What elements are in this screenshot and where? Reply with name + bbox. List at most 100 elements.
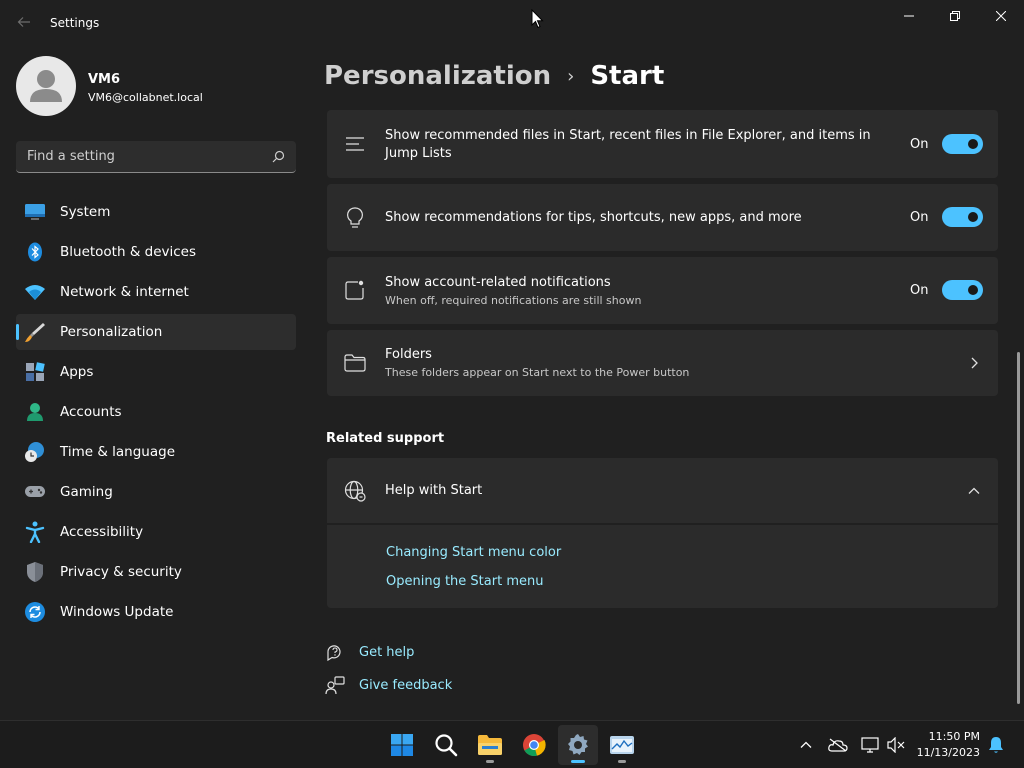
accessibility-icon xyxy=(24,521,46,543)
back-arrow-icon[interactable] xyxy=(12,12,36,36)
update-icon xyxy=(24,602,46,622)
recommendations-toggle[interactable] xyxy=(942,207,983,227)
settings-icon[interactable] xyxy=(558,725,598,765)
sidebar-item-time-language[interactable]: Time & language xyxy=(16,434,296,470)
accounts-icon xyxy=(24,402,46,422)
bluetooth-icon xyxy=(24,242,46,262)
sidebar-item-windows-update[interactable]: Windows Update xyxy=(16,594,296,630)
avatar[interactable] xyxy=(16,56,76,116)
page-title: Start xyxy=(590,61,665,91)
toggle-knob xyxy=(968,285,978,295)
recommended-files-toggle[interactable] xyxy=(942,134,983,154)
sidebar-item-label: Privacy & security xyxy=(60,564,182,580)
profile-name: VM6 xyxy=(88,72,121,87)
toggle-state-label: On xyxy=(910,283,929,298)
setting-description: When off, required notifications are sti… xyxy=(385,294,642,307)
clock[interactable]: 11:50 PM 11/13/2023 xyxy=(912,729,980,761)
maximize-icon[interactable] xyxy=(932,0,978,32)
brush-icon xyxy=(24,322,46,342)
clock-time: 11:50 PM xyxy=(928,730,980,743)
folder-icon xyxy=(343,351,367,375)
file-explorer-icon[interactable] xyxy=(470,725,510,765)
breadcrumb-parent[interactable]: Personalization xyxy=(324,61,551,91)
setting-card-folders[interactable]: Folders These folders appear on Start ne… xyxy=(327,330,998,396)
sidebar-item-system[interactable]: System xyxy=(16,194,296,230)
task-manager-icon[interactable] xyxy=(602,725,642,765)
help-section-title: Help with Start xyxy=(385,483,483,498)
give-feedback-link[interactable]: Give feedback xyxy=(359,678,452,693)
taskbar: 11:50 PM 11/13/2023 xyxy=(0,720,1024,768)
sidebar-item-bluetooth[interactable]: Bluetooth & devices xyxy=(16,234,296,270)
volume-muted-icon[interactable] xyxy=(886,735,906,755)
setting-card-recommended-files[interactable]: Show recommended files in Start, recent … xyxy=(327,110,998,178)
breadcrumb: Personalization › Start xyxy=(324,58,664,94)
setting-title: Show recommendations for tips, shortcuts… xyxy=(385,210,802,225)
apps-icon xyxy=(24,362,46,382)
sidebar-item-label: Gaming xyxy=(60,484,113,500)
user-icon xyxy=(30,70,62,102)
network-icon[interactable] xyxy=(860,735,880,755)
sidebar-item-label: Time & language xyxy=(60,444,176,460)
globe-clock-icon xyxy=(24,442,46,462)
lightbulb-icon xyxy=(343,206,367,230)
help-link-start-menu-color[interactable]: Changing Start menu color xyxy=(386,545,561,560)
sidebar-item-label: Personalization xyxy=(60,324,163,340)
sidebar-item-label: Windows Update xyxy=(60,604,174,620)
active-indicator xyxy=(571,760,585,763)
get-help-link[interactable]: Get help xyxy=(359,645,414,660)
sidebar-item-label: System xyxy=(60,204,111,220)
gamepad-icon xyxy=(24,482,46,502)
profile-email: VM6@collabnet.local xyxy=(88,91,203,104)
scrollbar[interactable] xyxy=(1017,352,1020,704)
sidebar-item-label: Accessibility xyxy=(60,524,144,540)
chevron-up-icon[interactable] xyxy=(968,485,980,497)
notification-icon xyxy=(343,278,367,302)
mouse-cursor-icon xyxy=(531,9,544,29)
help-link-opening-start-menu[interactable]: Opening the Start menu xyxy=(386,574,543,589)
setting-title: Show account-related notifications xyxy=(385,275,611,290)
running-indicator xyxy=(486,760,494,763)
sidebar-item-gaming[interactable]: Gaming xyxy=(16,474,296,510)
toggle-knob xyxy=(968,139,978,149)
setting-title: Show recommended files in Start, recent … xyxy=(385,128,871,161)
search-input[interactable] xyxy=(16,141,256,172)
search-icon[interactable] xyxy=(426,725,466,765)
sidebar-item-label: Network & internet xyxy=(60,284,189,300)
sidebar-nav: System Bluetooth & devices Network & int… xyxy=(16,194,296,634)
toggle-knob xyxy=(968,212,978,222)
give-feedback-icon xyxy=(325,676,345,695)
sidebar-item-accounts[interactable]: Accounts xyxy=(16,394,296,430)
notification-bell-icon[interactable] xyxy=(986,735,1006,755)
breadcrumb-separator: › xyxy=(567,65,575,87)
chevron-up-icon[interactable] xyxy=(796,735,816,755)
help-links-panel: Changing Start menu color Opening the St… xyxy=(327,525,998,608)
list-icon xyxy=(343,132,367,156)
help-with-start-header[interactable]: Help with Start xyxy=(327,458,998,523)
account-notifications-toggle[interactable] xyxy=(942,280,983,300)
toggle-state-label: On xyxy=(910,210,929,225)
shield-icon xyxy=(24,562,46,582)
running-indicator xyxy=(618,760,626,763)
setting-card-account-notifications[interactable]: Show account-related notifications When … xyxy=(327,257,998,324)
sidebar-item-privacy[interactable]: Privacy & security xyxy=(16,554,296,590)
close-icon[interactable] xyxy=(978,0,1024,32)
globe-icon xyxy=(343,479,367,503)
sidebar-item-personalization[interactable]: Personalization xyxy=(16,314,296,350)
sidebar-item-accessibility[interactable]: Accessibility xyxy=(16,514,296,550)
minimize-icon[interactable] xyxy=(886,0,932,32)
onedrive-icon[interactable] xyxy=(828,735,848,755)
clock-date: 11/13/2023 xyxy=(916,746,980,759)
sidebar-item-network[interactable]: Network & internet xyxy=(16,274,296,310)
search-box[interactable] xyxy=(16,141,296,173)
settings-window: Settings VM6 VM6@collabnet.local Find a … xyxy=(0,0,1024,720)
chevron-right-icon xyxy=(971,357,978,369)
setting-card-recommendations[interactable]: Show recommendations for tips, shortcuts… xyxy=(327,184,998,251)
start-icon[interactable] xyxy=(382,725,422,765)
sidebar-item-label: Bluetooth & devices xyxy=(60,244,197,260)
app-title: Settings xyxy=(50,16,100,30)
sidebar-item-label: Accounts xyxy=(60,404,122,420)
chrome-icon[interactable] xyxy=(514,725,554,765)
search-icon[interactable] xyxy=(270,149,286,165)
sidebar-item-apps[interactable]: Apps xyxy=(16,354,296,390)
related-support-heading: Related support xyxy=(326,431,445,446)
